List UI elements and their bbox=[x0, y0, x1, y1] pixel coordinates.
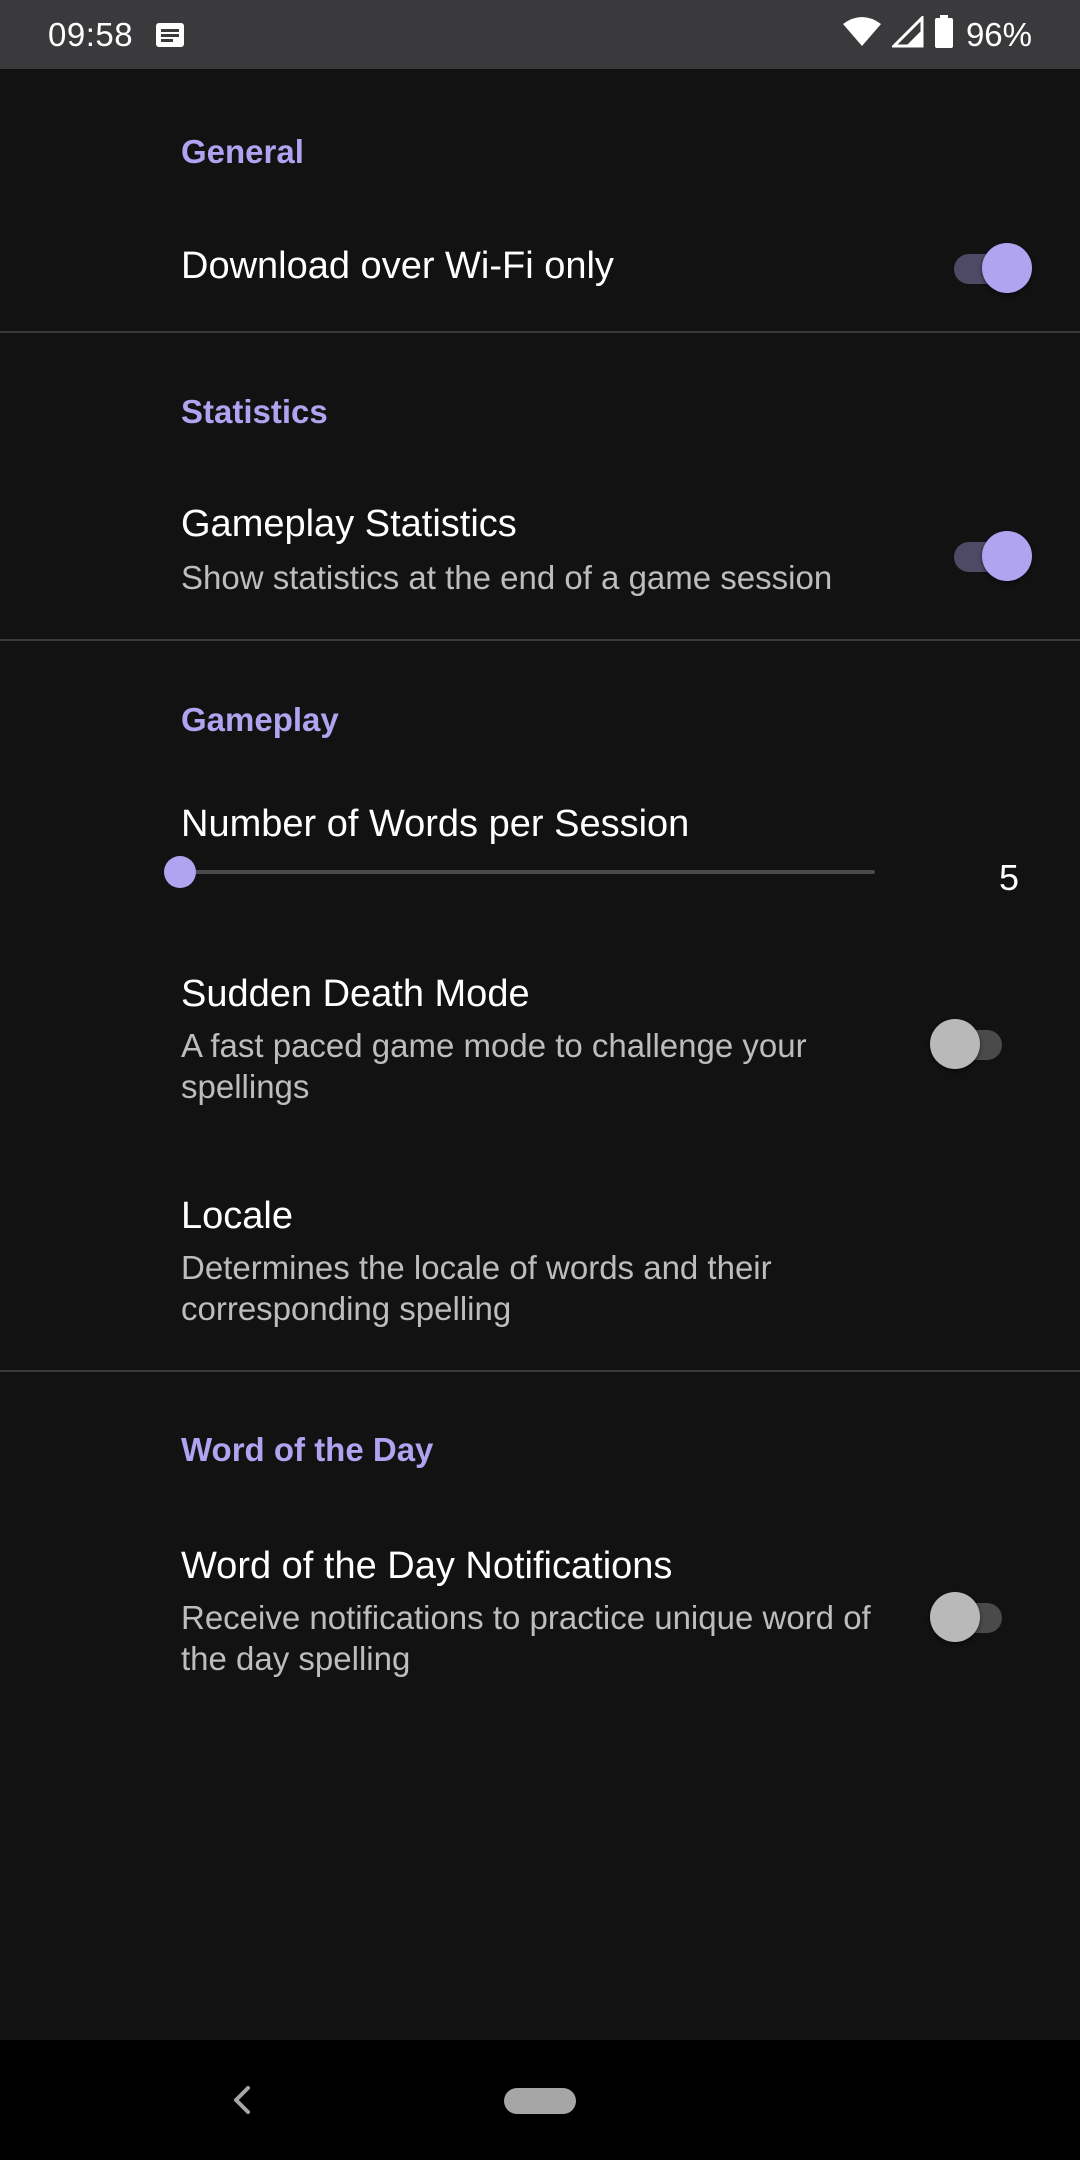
section-title-gameplay: Gameplay bbox=[181, 701, 339, 738]
pref-gameplay-statistics[interactable]: Gameplay Statistics Show statistics at t… bbox=[0, 489, 1080, 629]
sudden-death-switch[interactable] bbox=[930, 1015, 1014, 1071]
pref-words-per-session-title: Number of Words per Session bbox=[181, 803, 690, 845]
status-time: 09:58 bbox=[48, 15, 134, 53]
home-pill-icon[interactable] bbox=[504, 2088, 576, 2114]
word-of-day-notifications-switch[interactable] bbox=[930, 1588, 1014, 1644]
switch-thumb bbox=[930, 1019, 980, 1069]
status-bar: 09:58 96% bbox=[0, 0, 1080, 69]
navigation-bar bbox=[0, 2040, 1080, 2160]
pref-wifi-only[interactable]: Download over Wi-Fi only bbox=[0, 219, 1080, 319]
section-title-general: General bbox=[181, 133, 304, 170]
pref-words-per-session[interactable]: Number of Words per Session 5 bbox=[0, 789, 1080, 919]
section-title-statistics: Statistics bbox=[181, 393, 328, 430]
words-slider[interactable] bbox=[164, 856, 875, 888]
slider-thumb[interactable] bbox=[164, 856, 196, 888]
section-title-word-of-day: Word of the Day bbox=[181, 1431, 434, 1468]
pref-locale-title: Locale bbox=[181, 1195, 293, 1237]
pref-word-of-day-notifications-title: Word of the Day Notifications bbox=[181, 1545, 673, 1587]
battery-percent: 96% bbox=[965, 15, 1032, 53]
signal-icon bbox=[890, 14, 924, 53]
pref-sudden-death-title: Sudden Death Mode bbox=[181, 973, 530, 1015]
divider bbox=[0, 1370, 1080, 1372]
switch-thumb bbox=[982, 531, 1032, 581]
pref-locale-summary: Determines the locale of words and their… bbox=[181, 1249, 772, 1327]
notification-icon bbox=[155, 21, 187, 49]
wifi-only-switch[interactable] bbox=[948, 239, 1032, 295]
battery-icon bbox=[934, 15, 954, 54]
pref-word-of-day-notifications-summary: Receive notifications to practice unique… bbox=[181, 1599, 871, 1677]
pref-gameplay-statistics-summary: Show statistics at the end of a game ses… bbox=[181, 559, 833, 596]
pref-locale[interactable]: Locale Determines the locale of words an… bbox=[0, 1181, 1080, 1341]
gameplay-statistics-switch[interactable] bbox=[948, 527, 1032, 583]
settings-screen: 09:58 96% General Download over Wi-Fi on… bbox=[0, 0, 1080, 2160]
switch-thumb bbox=[930, 1592, 980, 1642]
back-chevron-icon[interactable] bbox=[222, 2078, 262, 2122]
words-slider-value: 5 bbox=[998, 857, 1019, 898]
pref-sudden-death[interactable]: Sudden Death Mode A fast paced game mode… bbox=[0, 959, 1080, 1119]
divider bbox=[0, 639, 1080, 641]
divider bbox=[0, 331, 1080, 333]
pref-gameplay-statistics-title: Gameplay Statistics bbox=[181, 503, 517, 545]
pref-wifi-only-title: Download over Wi-Fi only bbox=[181, 245, 614, 287]
pref-sudden-death-summary: A fast paced game mode to challenge your… bbox=[181, 1027, 807, 1105]
switch-thumb bbox=[982, 243, 1032, 293]
status-icons: 96% bbox=[842, 14, 1032, 54]
pref-word-of-day-notifications[interactable]: Word of the Day Notifications Receive no… bbox=[0, 1531, 1080, 1691]
wifi-icon bbox=[842, 16, 882, 53]
